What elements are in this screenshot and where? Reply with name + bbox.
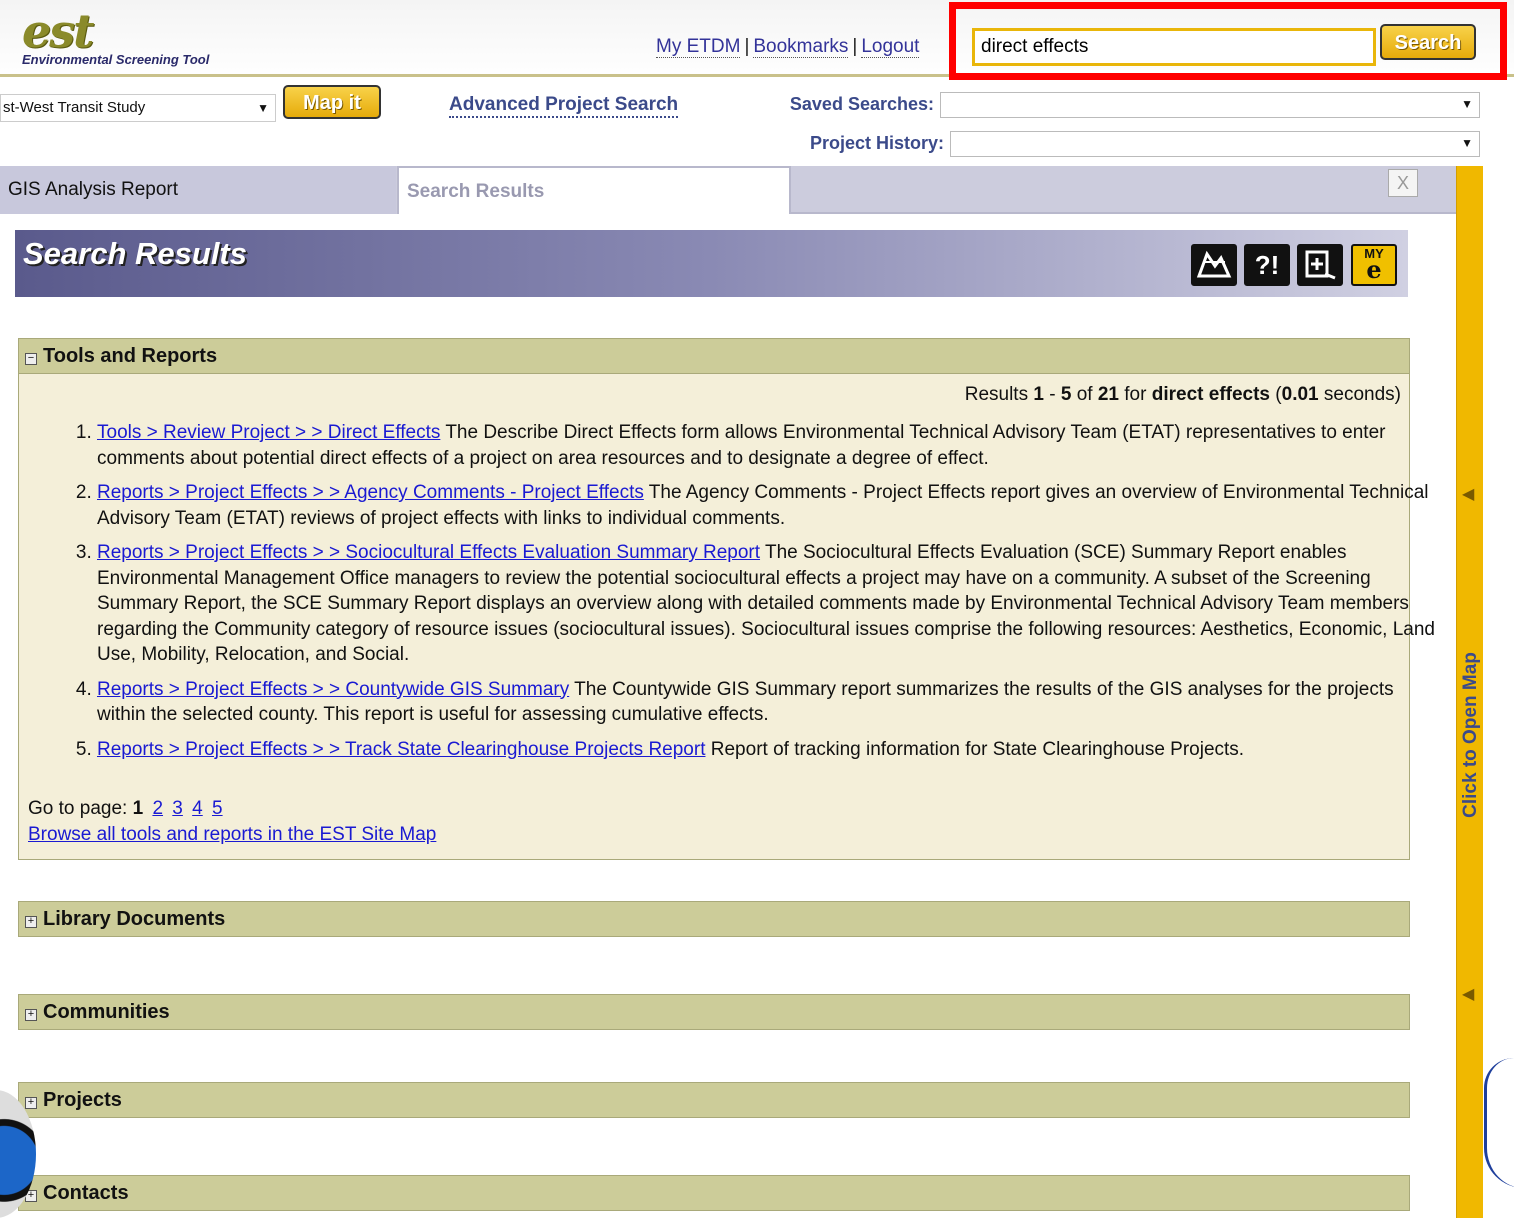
saved-searches-dropdown[interactable]: ▼	[940, 92, 1480, 118]
projects-header[interactable]: + Projects	[18, 1082, 1410, 1118]
section-title: Contacts	[43, 1182, 129, 1204]
tools-and-reports-header[interactable]: − Tools and Reports	[18, 338, 1410, 374]
close-tab-button[interactable]: X	[1388, 169, 1418, 197]
results-seconds: seconds)	[1323, 384, 1401, 405]
list-item: Tools > Review Project > > Direct Effect…	[97, 420, 1447, 471]
project-history-label: Project History:	[809, 133, 944, 153]
page-link[interactable]: 4	[192, 798, 203, 819]
communities-header[interactable]: + Communities	[18, 994, 1410, 1030]
section-title: Projects	[43, 1089, 122, 1111]
results-total: 21	[1097, 384, 1119, 405]
contacts-header[interactable]: + Contacts	[18, 1175, 1410, 1211]
results-query: direct effects	[1151, 384, 1271, 405]
top-links: My ETDM | Bookmarks | Logout	[656, 36, 920, 58]
list-item: Reports > Project Effects > > Track Stat…	[97, 737, 1447, 763]
page-link[interactable]: 3	[172, 798, 183, 819]
list-item: Reports > Project Effects > > Agency Com…	[97, 480, 1447, 531]
project-select[interactable]: st-West Transit Study ▼	[0, 94, 276, 122]
pagination: Go to page: 1 2 3 4 5	[28, 798, 223, 820]
results-end: 5	[1060, 384, 1072, 405]
site-map-link[interactable]: Browse all tools and reports in the EST …	[28, 824, 436, 846]
saved-searches-label: Saved Searches:	[789, 94, 934, 114]
chevron-down-icon: ▼	[1461, 136, 1473, 150]
highlight-box	[949, 2, 1507, 80]
section-title: Communities	[43, 1001, 170, 1023]
page-link[interactable]: 2	[152, 798, 163, 819]
results-list: Tools > Review Project > > Direct Effect…	[47, 420, 1447, 771]
result-link[interactable]: Reports > Project Effects > > Track Stat…	[97, 739, 705, 760]
help-icon[interactable]: ?!	[1244, 244, 1290, 286]
project-select-value: st-West Transit Study	[3, 99, 146, 116]
expand-icon: +	[25, 1009, 37, 1021]
result-link[interactable]: Reports > Project Effects > > Countywide…	[97, 679, 569, 700]
library-documents-header[interactable]: + Library Documents	[18, 901, 1410, 937]
results-prefix: Results	[964, 384, 1029, 405]
link-separator: |	[852, 36, 858, 57]
section-title: Library Documents	[43, 908, 226, 930]
chevron-down-icon: ▼	[1461, 97, 1473, 111]
link-separator: |	[744, 36, 750, 57]
my-etdm-link[interactable]: My ETDM	[656, 36, 741, 58]
section-title: Tools and Reports	[43, 345, 218, 367]
chevron-down-icon: ▼	[257, 101, 269, 115]
results-of: of	[1076, 384, 1093, 405]
project-history-dropdown[interactable]: ▼	[950, 131, 1480, 157]
result-link[interactable]: Tools > Review Project > > Direct Effect…	[97, 422, 440, 443]
result-link[interactable]: Reports > Project Effects > > Agency Com…	[97, 482, 644, 503]
logo-subtitle: Environmental Screening Tool	[22, 52, 210, 67]
tab-gis-analysis-report[interactable]: GIS Analysis Report	[0, 166, 396, 214]
map-icon[interactable]	[1191, 244, 1237, 286]
current-page: 1	[132, 798, 144, 819]
page-link[interactable]: 5	[212, 798, 223, 819]
open-map-label: Click to Open Map	[1460, 652, 1481, 818]
results-for: for	[1124, 384, 1147, 405]
results-start: 1	[1033, 384, 1044, 405]
arrow-left-icon: ◀	[1462, 486, 1475, 503]
bookmarks-link[interactable]: Bookmarks	[753, 36, 849, 58]
results-summary: Results 1 - 5 of 21 for direct effects (…	[964, 384, 1401, 405]
pager-label: Go to page:	[28, 798, 128, 819]
logout-link[interactable]: Logout	[861, 36, 920, 58]
collapse-icon: −	[25, 353, 37, 365]
arrow-left-icon: ◀	[1462, 986, 1475, 1003]
tab-search-results[interactable]: Search Results	[397, 166, 791, 214]
page-title: Search Results	[23, 236, 247, 271]
tab-underline	[791, 212, 1456, 214]
advanced-project-search-link[interactable]: Advanced Project Search	[449, 94, 679, 118]
expand-icon: +	[25, 1097, 37, 1109]
list-item: Reports > Project Effects > > Countywide…	[97, 677, 1447, 728]
header-bar: est Environmental Screening Tool My ETDM…	[0, 0, 1514, 80]
logo-text: est	[22, 4, 94, 58]
tools-and-reports-body: Results 1 - 5 of 21 for direct effects (…	[18, 374, 1435, 860]
result-link[interactable]: Reports > Project Effects > > Sociocultu…	[97, 542, 760, 563]
list-item: Reports > Project Effects > > Sociocultu…	[97, 540, 1447, 668]
results-time: 0.01	[1281, 384, 1319, 405]
partner-logo	[1484, 1058, 1514, 1188]
result-description: Report of tracking information for State…	[710, 738, 1245, 760]
map-it-button[interactable]: Map it	[283, 85, 381, 119]
expand-icon: +	[25, 916, 37, 928]
my-etdm-icon[interactable]: MY e	[1351, 244, 1397, 286]
print-icon[interactable]	[1297, 244, 1343, 286]
page-banner: Search Results ?! MY e	[15, 230, 1408, 297]
est-logo[interactable]: est Environmental Screening Tool	[22, 8, 209, 67]
